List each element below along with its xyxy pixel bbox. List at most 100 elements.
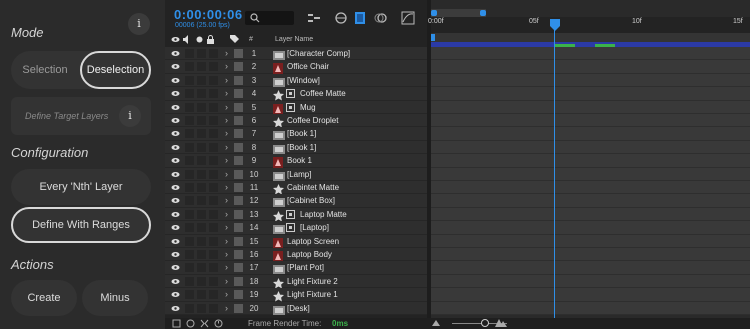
layer-duration-bar[interactable] bbox=[431, 194, 750, 208]
visibility-eye-icon[interactable] bbox=[171, 184, 180, 191]
deselection-option[interactable]: Deselection bbox=[80, 51, 151, 89]
lock-switch[interactable] bbox=[209, 75, 218, 85]
label-tag-icon[interactable] bbox=[230, 35, 239, 44]
layer-name[interactable]: Laptop Matte bbox=[300, 210, 347, 219]
current-timecode[interactable]: 0:00:00:06 bbox=[174, 7, 243, 22]
label-color-swatch[interactable] bbox=[234, 209, 243, 219]
layer-name[interactable]: [Plant Pot] bbox=[287, 263, 324, 272]
solo-icon[interactable] bbox=[196, 36, 203, 43]
every-nth-layer-button[interactable]: Every 'Nth' Layer bbox=[11, 169, 151, 205]
label-color-swatch[interactable] bbox=[234, 236, 243, 246]
layer-row[interactable]: › 8 [Book 1] bbox=[165, 140, 427, 155]
solo-switch[interactable] bbox=[197, 102, 206, 112]
layer-row[interactable]: › 11 Cabintet Matte bbox=[165, 181, 427, 195]
solo-switch[interactable] bbox=[197, 142, 206, 152]
label-color-swatch[interactable] bbox=[234, 142, 243, 152]
audio-switch[interactable] bbox=[185, 183, 194, 192]
visibility-eye-icon[interactable] bbox=[171, 264, 180, 271]
expand-chevron-icon[interactable]: › bbox=[225, 48, 228, 58]
expand-chevron-icon[interactable]: › bbox=[225, 155, 228, 165]
lock-switch[interactable] bbox=[209, 183, 218, 192]
layer-name[interactable]: Coffee Droplet bbox=[287, 116, 338, 125]
playhead-line[interactable] bbox=[554, 28, 555, 318]
expand-chevron-icon[interactable]: › bbox=[225, 249, 228, 259]
expand-chevron-icon[interactable]: › bbox=[225, 169, 228, 179]
create-button[interactable]: Create bbox=[11, 280, 77, 316]
visibility-eye-icon[interactable] bbox=[171, 238, 180, 245]
layer-row[interactable]: › 2 Office Chair bbox=[165, 60, 427, 75]
layer-name[interactable]: [Book 1] bbox=[287, 129, 316, 138]
motion-blur-icon[interactable] bbox=[374, 11, 388, 25]
layer-duration-bar[interactable] bbox=[431, 288, 750, 302]
expand-chevron-icon[interactable]: › bbox=[225, 182, 228, 192]
target-layers-field[interactable]: Define Target Layers i bbox=[11, 97, 151, 135]
layer-row[interactable]: › 14 [Laptop] bbox=[165, 221, 427, 235]
expand-chevron-icon[interactable]: › bbox=[225, 128, 228, 138]
audio-switch[interactable] bbox=[185, 156, 194, 166]
layer-duration-bar[interactable] bbox=[431, 221, 750, 235]
work-area-track[interactable] bbox=[431, 33, 750, 42]
visibility-eye-icon[interactable] bbox=[171, 144, 180, 151]
navigator-start-handle[interactable] bbox=[431, 10, 437, 16]
label-color-swatch[interactable] bbox=[234, 183, 243, 192]
visibility-eye-icon[interactable] bbox=[171, 77, 180, 84]
lock-switch[interactable] bbox=[209, 196, 218, 206]
layer-row[interactable]: › 7 [Book 1] bbox=[165, 127, 427, 141]
label-color-swatch[interactable] bbox=[234, 102, 243, 112]
audio-switch[interactable] bbox=[185, 89, 194, 99]
audio-switch[interactable] bbox=[185, 276, 194, 286]
layer-row[interactable]: › 12 [Cabinet Box] bbox=[165, 194, 427, 208]
render-icon[interactable] bbox=[172, 319, 181, 328]
playhead-handle[interactable] bbox=[550, 19, 560, 31]
layer-switch-icon[interactable] bbox=[186, 319, 195, 328]
lock-switch[interactable] bbox=[209, 209, 218, 219]
visibility-eye-icon[interactable] bbox=[171, 50, 180, 57]
expand-chevron-icon[interactable]: › bbox=[225, 289, 228, 299]
visibility-eye-icon[interactable] bbox=[171, 117, 180, 124]
label-color-swatch[interactable] bbox=[234, 276, 243, 286]
solo-switch[interactable] bbox=[197, 303, 206, 313]
layer-row[interactable]: › 17 [Plant Pot] bbox=[165, 261, 427, 275]
expand-chevron-icon[interactable]: › bbox=[225, 303, 228, 313]
audio-switch[interactable] bbox=[185, 129, 194, 139]
layer-row[interactable]: › 3 [Window] bbox=[165, 73, 427, 88]
layer-name[interactable]: Office Chair bbox=[287, 62, 329, 71]
layer-name[interactable]: Mug bbox=[300, 103, 316, 112]
lock-switch[interactable] bbox=[209, 62, 218, 72]
audio-switch[interactable] bbox=[185, 169, 194, 179]
layer-duration-bar[interactable] bbox=[431, 248, 750, 262]
lock-switch[interactable] bbox=[209, 290, 218, 300]
transfer-controls-icon[interactable] bbox=[200, 319, 209, 328]
layer-row[interactable]: › 18 Light Fixture 2 bbox=[165, 274, 427, 289]
layer-duration-bar[interactable] bbox=[431, 181, 750, 195]
label-color-swatch[interactable] bbox=[234, 263, 243, 273]
navigator-end-handle[interactable] bbox=[480, 10, 486, 16]
expand-chevron-icon[interactable]: › bbox=[225, 262, 228, 272]
solo-switch[interactable] bbox=[197, 75, 206, 85]
layer-name[interactable]: Coffee Matte bbox=[300, 89, 346, 98]
label-color-swatch[interactable] bbox=[234, 290, 243, 300]
label-color-swatch[interactable] bbox=[234, 250, 243, 259]
visibility-eye-icon[interactable] bbox=[171, 157, 180, 164]
audio-switch[interactable] bbox=[185, 263, 194, 273]
audio-switch[interactable] bbox=[185, 142, 194, 152]
visibility-eye-icon[interactable] bbox=[171, 171, 180, 178]
layer-duration-bar[interactable] bbox=[431, 127, 750, 141]
audio-switch[interactable] bbox=[185, 250, 194, 259]
navigator-bar[interactable] bbox=[431, 9, 486, 17]
label-color-swatch[interactable] bbox=[234, 129, 243, 139]
audio-switch[interactable] bbox=[185, 116, 194, 125]
draft-3d-icon[interactable] bbox=[334, 11, 348, 25]
solo-switch[interactable] bbox=[197, 236, 206, 246]
audio-speaker-icon[interactable] bbox=[183, 35, 191, 44]
layer-name[interactable]: Light Fixture 2 bbox=[287, 277, 338, 286]
lock-switch[interactable] bbox=[209, 250, 218, 259]
layer-duration-bar[interactable] bbox=[431, 87, 750, 101]
layer-duration-bar[interactable] bbox=[431, 140, 750, 155]
audio-switch[interactable] bbox=[185, 236, 194, 246]
layer-row[interactable]: › 20 [Desk] bbox=[165, 301, 427, 315]
layer-name[interactable]: [Window] bbox=[287, 76, 320, 85]
lock-switch[interactable] bbox=[209, 263, 218, 273]
visibility-eye-icon[interactable] bbox=[171, 224, 180, 231]
target-info-icon[interactable]: i bbox=[119, 105, 141, 127]
